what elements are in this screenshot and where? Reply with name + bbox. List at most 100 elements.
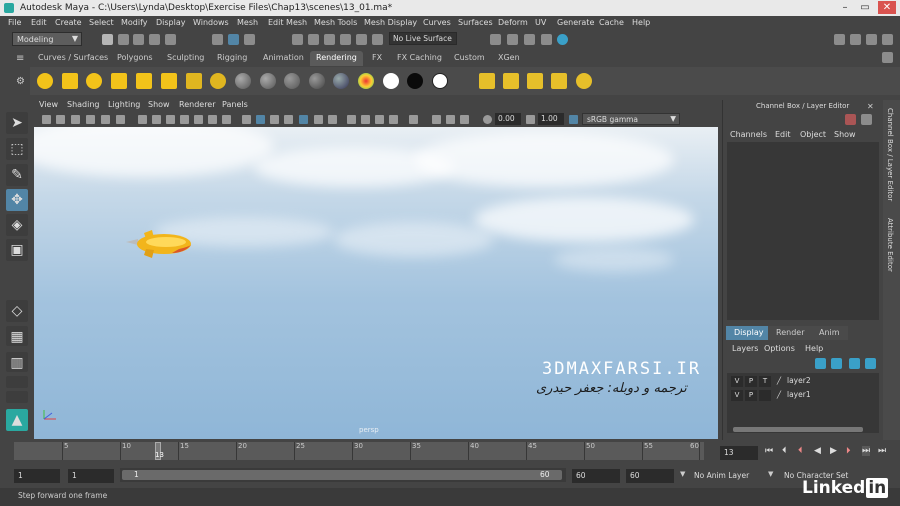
layer-name[interactable]: layer2	[787, 376, 811, 385]
layer-name[interactable]: layer1	[787, 390, 811, 399]
menu-help[interactable]: Help	[632, 18, 650, 27]
play-backwards-icon[interactable]: ◀	[814, 446, 821, 456]
menu-create[interactable]: Create	[55, 18, 82, 27]
spot-light-icon[interactable]	[111, 73, 127, 89]
attribute-editor-icon[interactable]	[866, 34, 877, 45]
hypershade-shelf-icon[interactable]	[576, 73, 592, 89]
le-menu-help[interactable]: Help	[805, 344, 823, 353]
new-layer-icon[interactable]	[849, 358, 860, 369]
isolate-select-icon[interactable]	[409, 115, 418, 124]
light-bulb-icon[interactable]	[210, 73, 226, 89]
view-transform-icon[interactable]	[569, 115, 578, 124]
scale-tool-icon[interactable]: ▣	[6, 239, 28, 261]
xray-joints-icon[interactable]	[460, 115, 469, 124]
volume-light-icon[interactable]	[161, 73, 177, 89]
cb-menu-channels[interactable]: Channels	[730, 130, 767, 139]
depth-of-field-icon[interactable]	[389, 115, 398, 124]
minimize-button[interactable]: –	[836, 1, 854, 14]
tab-curves-surfaces[interactable]: Curves / Surfaces	[32, 51, 114, 66]
rotate-tool-icon[interactable]: ◈	[6, 214, 28, 236]
menu-deform[interactable]: Deform	[498, 18, 528, 27]
step-back-frame-icon[interactable]: ⏴	[782, 446, 787, 456]
safe-action-icon[interactable]	[208, 115, 217, 124]
tool-settings-icon[interactable]	[882, 34, 893, 45]
vp-menu-shading[interactable]: Shading	[67, 100, 100, 109]
make-live-icon[interactable]	[372, 34, 383, 45]
channel-icon[interactable]	[845, 114, 856, 125]
snap-view-plane-icon[interactable]	[340, 34, 351, 45]
directional-light-icon[interactable]	[62, 73, 78, 89]
menu-edit[interactable]: Edit	[31, 18, 47, 27]
lambert-material-icon[interactable]	[260, 73, 276, 89]
workspace-icon[interactable]	[834, 34, 845, 45]
mode-dropdown[interactable]: Modeling ▼	[12, 32, 82, 46]
smooth-shade-icon[interactable]	[256, 115, 265, 124]
menu-edit-mesh[interactable]: Edit Mesh	[268, 18, 307, 27]
shelf-menu-icon[interactable]: ≡	[16, 53, 24, 64]
layer-row[interactable]: V P ╱ layer1	[729, 389, 877, 401]
tab-render[interactable]: Render	[768, 326, 813, 340]
channel-box-view[interactable]	[727, 142, 879, 320]
cb-menu-object[interactable]: Object	[800, 130, 826, 139]
shadows-icon[interactable]	[328, 115, 337, 124]
camera-attributes-icon[interactable]	[56, 115, 65, 124]
vp-menu-show[interactable]: Show	[148, 100, 170, 109]
tab-fx-caching[interactable]: FX Caching	[391, 51, 448, 66]
xray-active-icon[interactable]	[446, 115, 455, 124]
select-hierarchy-icon[interactable]	[212, 34, 223, 45]
display-type-toggle[interactable]: T	[759, 376, 771, 387]
undo-icon[interactable]	[149, 34, 160, 45]
visibility-toggle[interactable]: V	[731, 376, 743, 387]
two-d-pan-zoom-icon[interactable]	[101, 115, 110, 124]
screen-space-ao-icon[interactable]	[347, 115, 356, 124]
render-view-shelf-icon[interactable]	[479, 73, 495, 89]
menu-surfaces[interactable]: Surfaces	[458, 18, 493, 27]
motion-blur-icon[interactable]	[361, 115, 370, 124]
close-button[interactable]: ✕	[878, 1, 896, 14]
select-camera-icon[interactable]	[42, 115, 51, 124]
cb-menu-edit[interactable]: Edit	[775, 130, 791, 139]
tab-sculpting[interactable]: Sculpting	[161, 51, 210, 66]
lasso-tool-icon[interactable]: ⬚	[6, 138, 28, 160]
layer-scrollbar[interactable]	[733, 427, 863, 432]
playback-toggle[interactable]: P	[745, 376, 757, 387]
perspective-viewport[interactable]: 3DMAXFARSI.IR ترجمه و دوبله: جعفر حیدری …	[34, 127, 718, 439]
use-all-lights-icon[interactable]	[314, 115, 323, 124]
tab-display[interactable]: Display	[726, 326, 772, 340]
play-forwards-icon[interactable]: ▶	[830, 446, 837, 456]
gamma-field[interactable]: 1.00	[538, 113, 564, 125]
tab-attribute-editor[interactable]: Attribute Editor	[886, 218, 894, 272]
open-scene-icon[interactable]	[118, 34, 129, 45]
go-to-end-icon[interactable]: ⏭	[878, 446, 886, 456]
tab-fx[interactable]: FX	[366, 51, 388, 66]
move-tool-icon[interactable]: ✥	[6, 189, 28, 211]
snap-grid-icon[interactable]	[292, 34, 303, 45]
bookmark-icon[interactable]	[71, 115, 80, 124]
gamma-icon[interactable]	[526, 115, 535, 124]
playback-toggle[interactable]: P	[745, 390, 757, 401]
wireframe-icon[interactable]	[242, 115, 251, 124]
layer-row[interactable]: V P T ╱ layer2	[729, 375, 877, 387]
anti-aliasing-icon[interactable]	[375, 115, 384, 124]
step-forward-frame-icon[interactable]: ⏭	[862, 446, 871, 456]
exposure-icon[interactable]	[483, 115, 492, 124]
menu-uv[interactable]: UV	[535, 18, 546, 27]
menu-mesh[interactable]: Mesh	[237, 18, 258, 27]
single-perspective-layout-icon[interactable]: ◇	[6, 300, 28, 322]
tab-channel-box[interactable]: Channel Box / Layer Editor	[886, 108, 894, 201]
render-settings-shelf-icon[interactable]	[551, 73, 567, 89]
step-forward-key-icon[interactable]: ⏵	[846, 446, 851, 456]
xray-icon[interactable]	[432, 115, 441, 124]
move-layer-up-icon[interactable]	[815, 358, 826, 369]
color-space-dropdown[interactable]: sRGB gamma ▼	[582, 113, 680, 125]
menu-mesh-display[interactable]: Mesh Display	[364, 18, 417, 27]
ipr-render-icon[interactable]	[524, 34, 535, 45]
new-scene-icon[interactable]	[102, 34, 113, 45]
redo-icon[interactable]	[165, 34, 176, 45]
persp-outliner-layout-icon[interactable]: ▥	[6, 352, 28, 372]
vp-menu-renderer[interactable]: Renderer	[179, 100, 216, 109]
safe-title-icon[interactable]	[222, 115, 231, 124]
image-plane-icon[interactable]	[86, 115, 95, 124]
phong-e-material-icon[interactable]	[309, 73, 325, 89]
menu-curves[interactable]: Curves	[423, 18, 451, 27]
